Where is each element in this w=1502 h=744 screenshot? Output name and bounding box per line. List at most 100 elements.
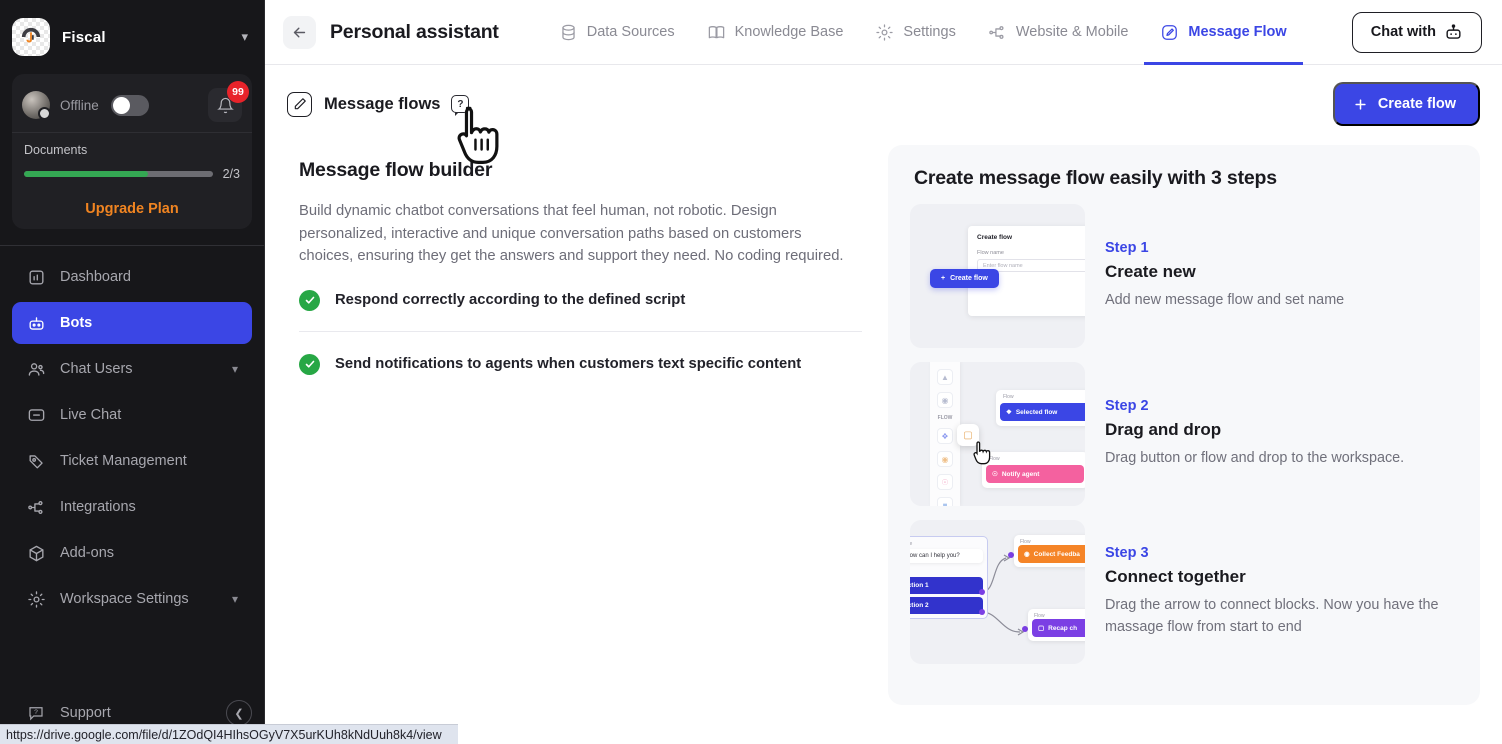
sidebar-item-label: Bots	[60, 315, 93, 331]
account-card: Offline 99 Documents 2/3 Upgrade Plan	[12, 74, 252, 229]
content-area: Message flow builder Build dynamic chatb…	[265, 135, 1502, 744]
documents-label: Documents	[24, 143, 88, 157]
tab-knowledge-base[interactable]: Knowledge Base	[691, 0, 860, 65]
arrow-left-icon	[293, 27, 306, 37]
check-circle-icon	[299, 353, 320, 375]
steps-panel: Create message flow easily with 3 steps …	[888, 145, 1480, 705]
connector-dot	[979, 609, 985, 615]
upgrade-plan-link[interactable]: Upgrade Plan	[12, 193, 252, 229]
sidebar-item-bots[interactable]: Bots	[12, 302, 252, 344]
chevron-down-icon[interactable]: ▾	[241, 29, 248, 45]
tab-label: Website & Mobile	[1015, 24, 1129, 40]
builder-title: Message flow builder	[299, 159, 493, 181]
back-button[interactable]	[283, 15, 316, 49]
tab-label: Message Flow	[1188, 24, 1287, 40]
card-pill: ❖ Selected flow	[1000, 403, 1085, 421]
bell-icon: ☉	[992, 471, 998, 478]
card-pill: ▢ Recap ch	[1032, 619, 1085, 637]
action-label: on	[910, 568, 983, 574]
chat-with-button[interactable]: Chat with	[1351, 11, 1482, 53]
pencil-square-icon	[287, 91, 312, 117]
tab-website-mobile[interactable]: Website & Mobile	[972, 0, 1145, 65]
steps-title: Create message flow easily with 3 steps	[914, 167, 1277, 189]
group-label: ssage	[910, 541, 913, 547]
documents-quota: Documents 2/3	[12, 133, 252, 193]
app-root: Fiscal ▾ Offline 99 Documents 2/3 Upgrad…	[0, 0, 1502, 744]
browser-status-bar: https://drive.google.com/file/d/1ZOdQI4H…	[0, 724, 458, 744]
action-2: Action 2	[910, 597, 983, 614]
question-mark-icon[interactable]: ?	[451, 95, 470, 116]
message-text: ! How can I help you?	[910, 549, 983, 563]
section-title: Message flows	[324, 94, 441, 113]
dashboard-icon	[26, 267, 46, 287]
preview-button-label: Create flow	[950, 275, 988, 282]
tab-label: Knowledge Base	[734, 24, 844, 40]
sidebar-item-label: Ticket Management	[60, 453, 187, 469]
box-icon	[26, 543, 46, 563]
book-icon	[707, 23, 726, 42]
feedback-icon: ◉	[1024, 551, 1030, 558]
chevron-down-icon[interactable]: ▾	[232, 592, 238, 606]
selected-flow-card: Flow ❖ Selected flow	[996, 390, 1085, 426]
flow-icon: ❖	[1006, 409, 1012, 416]
sitemap-icon	[988, 23, 1007, 42]
builder-info-panel: Message flow builder Build dynamic chatb…	[287, 145, 862, 744]
question-mark-icon: ?	[26, 703, 46, 723]
main-area: Personal assistant Data Sources Knowledge…	[265, 0, 1502, 744]
step-2-text: Step 2 Drag and drop Drag button or flow…	[1105, 398, 1404, 470]
flow-name-label: Flow name	[977, 250, 1004, 256]
sidebar-item-chat-users[interactable]: Chat Users ▾	[12, 348, 252, 390]
tab-message-flow[interactable]: Message Flow	[1144, 0, 1304, 65]
tab-label: Settings	[903, 24, 956, 40]
rail-icon: ◉	[937, 451, 953, 467]
step-1-text: Step 1 Create new Add new message flow a…	[1105, 240, 1344, 312]
gear-icon	[26, 589, 46, 609]
feature-text: Respond correctly according to the defin…	[335, 292, 686, 309]
feature-row: Respond correctly according to the defin…	[299, 268, 862, 331]
pencil-square-icon	[1160, 23, 1179, 42]
card-pill-label: Recap ch	[1048, 624, 1078, 632]
avatar[interactable]	[22, 91, 51, 120]
step-description: Add new message flow and set name	[1105, 292, 1345, 309]
sidebar-item-label: Live Chat	[60, 407, 122, 423]
workspace-switcher[interactable]: Fiscal ▾	[0, 0, 264, 74]
online-toggle[interactable]	[110, 94, 149, 116]
recap-chat-card: Flow ▢ Recap ch	[1028, 609, 1085, 641]
status-label: Offline	[60, 97, 99, 113]
step-item: ssage ! How can I help you? on Action 1 …	[910, 520, 1454, 664]
tab-data-sources[interactable]: Data Sources	[543, 0, 691, 65]
sidebar-item-label: Workspace Settings	[60, 591, 189, 607]
rail-icon: ■	[937, 497, 953, 506]
sidebar-item-dashboard[interactable]: Dashboard	[12, 256, 252, 298]
sidebar-divider	[0, 245, 264, 246]
collect-feedback-card: Flow ◉ Collect Feedba	[1014, 535, 1085, 567]
bot-icon	[1446, 23, 1461, 39]
message-group-preview: ssage ! How can I help you? on Action 1 …	[910, 536, 988, 619]
step-2-thumbnail: ▲ ◉ FLOW ❖ ◉ ☉ ■ Flow ❖ Selected flow Fl…	[910, 362, 1085, 506]
sidebar-item-ticket-management[interactable]: Ticket Management	[12, 440, 252, 482]
sidebar-item-label: Integrations	[60, 499, 136, 515]
notifications-button[interactable]: 99	[208, 81, 249, 122]
tab-label: Data Sources	[586, 24, 675, 40]
sidebar-item-workspace-settings[interactable]: Workspace Settings ▾	[12, 578, 252, 620]
rail-icon: ◉	[937, 392, 953, 408]
step-number: Step 1	[1105, 240, 1149, 257]
chat-with-label: Chat with	[1370, 24, 1436, 40]
step-description: Drag the arrow to connect blocks. Now yo…	[1105, 597, 1439, 635]
gear-icon	[875, 23, 894, 42]
sidebar-item-integrations[interactable]: Integrations	[12, 486, 252, 528]
top-bar: Personal assistant Data Sources Knowledge…	[265, 0, 1502, 65]
tab-settings[interactable]: Settings	[859, 0, 971, 65]
notification-badge: 99	[227, 81, 249, 103]
sidebar-item-add-ons[interactable]: Add-ons	[12, 532, 252, 574]
sidebar-item-live-chat[interactable]: Live Chat	[12, 394, 252, 436]
tab-bar: Data Sources Knowledge Base Settings Websit…	[543, 0, 1304, 65]
step-item: Create flow Flow name Enter flow name + …	[910, 204, 1454, 348]
step-item: ▲ ◉ FLOW ❖ ◉ ☉ ■ Flow ❖ Selected flow Fl…	[910, 362, 1454, 506]
create-flow-button[interactable]: Create flow	[1332, 82, 1480, 126]
support-label: Support	[60, 705, 111, 721]
rail-label: FLOW	[937, 415, 953, 421]
collapse-sidebar-button[interactable]: ❮	[226, 700, 252, 726]
chevron-down-icon[interactable]: ▾	[232, 362, 238, 376]
svg-text:?: ?	[34, 709, 38, 716]
